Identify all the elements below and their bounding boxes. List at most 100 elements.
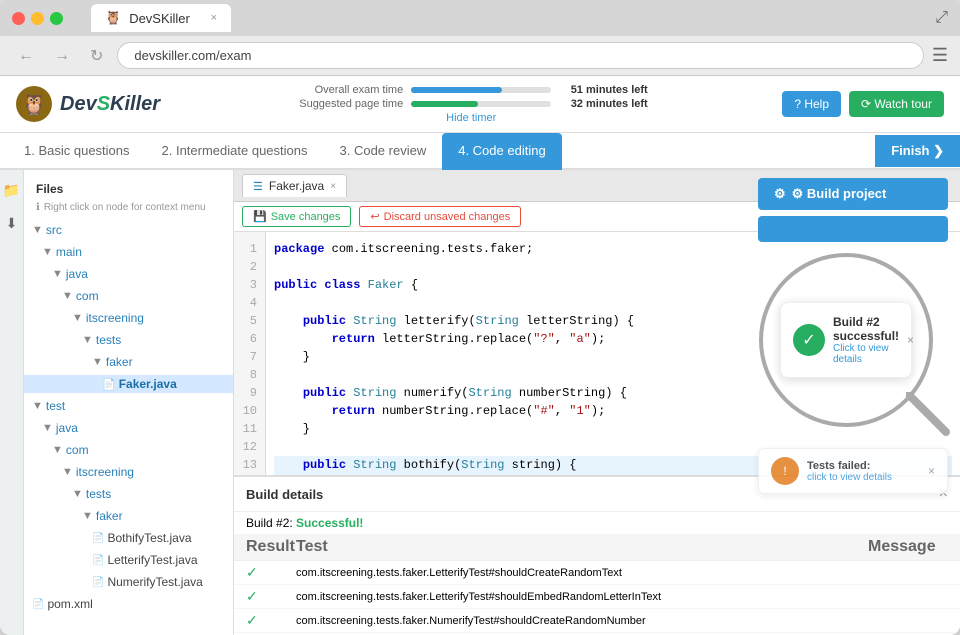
timer-area: Overall exam time 51 minutes left Sugges… [283,84,659,124]
magnifier-area: ✓ Build #2 successful! Click to view det… [758,252,948,442]
maximize-dot[interactable] [50,12,63,25]
col-test-header: Test [296,538,868,556]
tree-item-itscreening1[interactable]: ▼itscreening [24,307,233,329]
secondary-build-button[interactable] [758,216,948,242]
tree-item-pom[interactable]: 📄pom.xml [24,593,233,615]
left-icons: 📁 ⬇ [0,170,24,635]
overall-label: Overall exam time [283,84,403,96]
file-tab-close[interactable]: × [330,181,336,192]
back-button[interactable]: ← [12,45,40,67]
watch-tour-button[interactable]: ⟳ Watch tour [849,91,944,117]
tree-item-numerifytest[interactable]: 📄NumerifyTest.java [24,571,233,593]
test-name-1: com.itscreening.tests.faker.LetterifyTes… [296,591,948,603]
build-panel: Build details × Build #2: Successful! Re… [234,475,960,635]
build-table-header: Result Test Message [234,534,960,561]
app-content: 🦉 DevSKiller Overall exam time 51 minute… [0,76,960,635]
magnifier-content: ✓ Build #2 successful! Click to view det… [768,262,924,418]
file-tree-sidebar: Files ℹ Right click on node for context … [24,170,234,635]
tree-item-src[interactable]: ▼src [24,219,233,241]
tree-item-letterifytest[interactable]: 📄LetterifyTest.java [24,549,233,571]
file-tab-name: Faker.java [269,179,324,193]
build-panel-title: Build details [246,487,323,502]
logo-area: 🦉 DevSKiller [16,86,160,122]
info-icon: ℹ [36,202,40,213]
help-button[interactable]: ? Help [782,91,841,117]
build-subtitle: Build #2: Successful! [234,512,960,534]
fail-text: Tests failed: click to view details [807,460,892,483]
test-name-0: com.itscreening.tests.faker.LetterifyTes… [296,567,948,579]
header-buttons: ? Help ⟳ Watch tour [782,91,944,117]
sidebar-title: Files [24,178,233,200]
tab-favicon: 🦉 [105,10,121,26]
reload-button[interactable]: ↻ [84,44,109,68]
suggested-value: 32 minutes left [559,98,659,110]
tab-close-btn[interactable]: × [211,12,217,24]
line-numbers: 1 2 3 4 5 6 7 8 9 10 11 12 13 14 [234,232,266,475]
suggested-fill [411,101,478,107]
success-subtitle[interactable]: Click to view details [833,343,899,365]
logo-text: DevSKiller [60,93,160,116]
tab-title: DevSKiller [129,11,190,26]
floating-panel: ⚙ ⚙ Build project ✓ [758,178,948,494]
overall-fill [411,87,502,93]
save-icon: 💾 [253,210,267,223]
forward-button[interactable]: → [48,45,76,67]
build-project-button[interactable]: ⚙ ⚙ Build project [758,178,948,210]
tree-item-test[interactable]: ▼test [24,395,233,417]
overall-bar [411,87,551,93]
overall-value: 51 minutes left [559,84,659,96]
test-name-2: com.itscreening.tests.faker.NumerifyTest… [296,615,948,627]
fail-subtitle[interactable]: click to view details [807,472,892,483]
success-title: Build #2 successful! [833,315,899,343]
failed-notification[interactable]: ! Tests failed: click to view details × [758,448,948,494]
files-icon[interactable]: 📁 [0,178,24,203]
tab-basic-questions[interactable]: 1. Basic questions [8,133,146,170]
col-msg-header: Message [868,538,948,556]
result-icon-2: ✓ [246,612,296,629]
tree-item-com1[interactable]: ▼com [24,285,233,307]
success-close[interactable]: × [907,333,914,347]
tab-code-editing[interactable]: 4. Code editing [442,133,561,170]
tree-item-tests1[interactable]: ▼tests [24,329,233,351]
file-tab-icon: ☰ [253,180,263,193]
success-notification[interactable]: ✓ Build #2 successful! Click to view det… [780,302,912,378]
tree-item-java2[interactable]: ▼java [24,417,233,439]
tab-code-review[interactable]: 3. Code review [324,133,443,170]
minimize-dot[interactable] [31,12,44,25]
save-changes-button[interactable]: 💾 Save changes [242,206,351,227]
build-status: Successful! [296,516,363,530]
tree-item-com2[interactable]: ▼com [24,439,233,461]
col-result-header: Result [246,538,296,556]
fail-icon: ! [771,457,799,485]
tree-item-itscreening2[interactable]: ▼itscreening [24,461,233,483]
sidebar-hint: ℹ Right click on node for context menu [24,200,233,219]
expand-icon[interactable]: ⤢ [935,9,948,27]
tree-item-tests2[interactable]: ▼tests [24,483,233,505]
file-tab-faker[interactable]: ☰ Faker.java × [242,174,347,197]
result-icon-1: ✓ [246,588,296,605]
tree-item-java1[interactable]: ▼java [24,263,233,285]
suggested-bar [411,101,551,107]
download-icon[interactable]: ⬇ [2,211,22,236]
tab-intermediate-questions[interactable]: 2. Intermediate questions [146,133,324,170]
result-icon-0: ✓ [246,564,296,581]
finish-button[interactable]: Finish ❯ [875,135,960,167]
tree-item-faker2[interactable]: ▼faker [24,505,233,527]
build-icon: ⚙ [774,186,786,202]
url-bar[interactable] [117,42,923,69]
tree-item-faker-java[interactable]: 📄Faker.java [24,373,233,395]
close-dot[interactable] [12,12,25,25]
app-header: 🦉 DevSKiller Overall exam time 51 minute… [0,76,960,133]
tree-item-main[interactable]: ▼main [24,241,233,263]
tree-item-bothifytest[interactable]: 📄BothifyTest.java [24,527,233,549]
discard-icon: ↩ [370,210,379,223]
fail-close[interactable]: × [928,464,935,478]
discard-changes-button[interactable]: ↩ Discard unsaved changes [359,206,521,227]
tree-item-faker1[interactable]: ▼faker [24,351,233,373]
success-check-icon: ✓ [793,324,825,356]
hide-timer-btn[interactable]: Hide timer [283,112,659,124]
build-row-2: ✓ com.itscreening.tests.faker.NumerifyTe… [234,609,960,633]
browser-tab[interactable]: 🦉 DevSKiller × [91,4,231,32]
menu-icon[interactable]: ☰ [932,45,948,66]
success-text: Build #2 successful! Click to view detai… [833,315,899,365]
